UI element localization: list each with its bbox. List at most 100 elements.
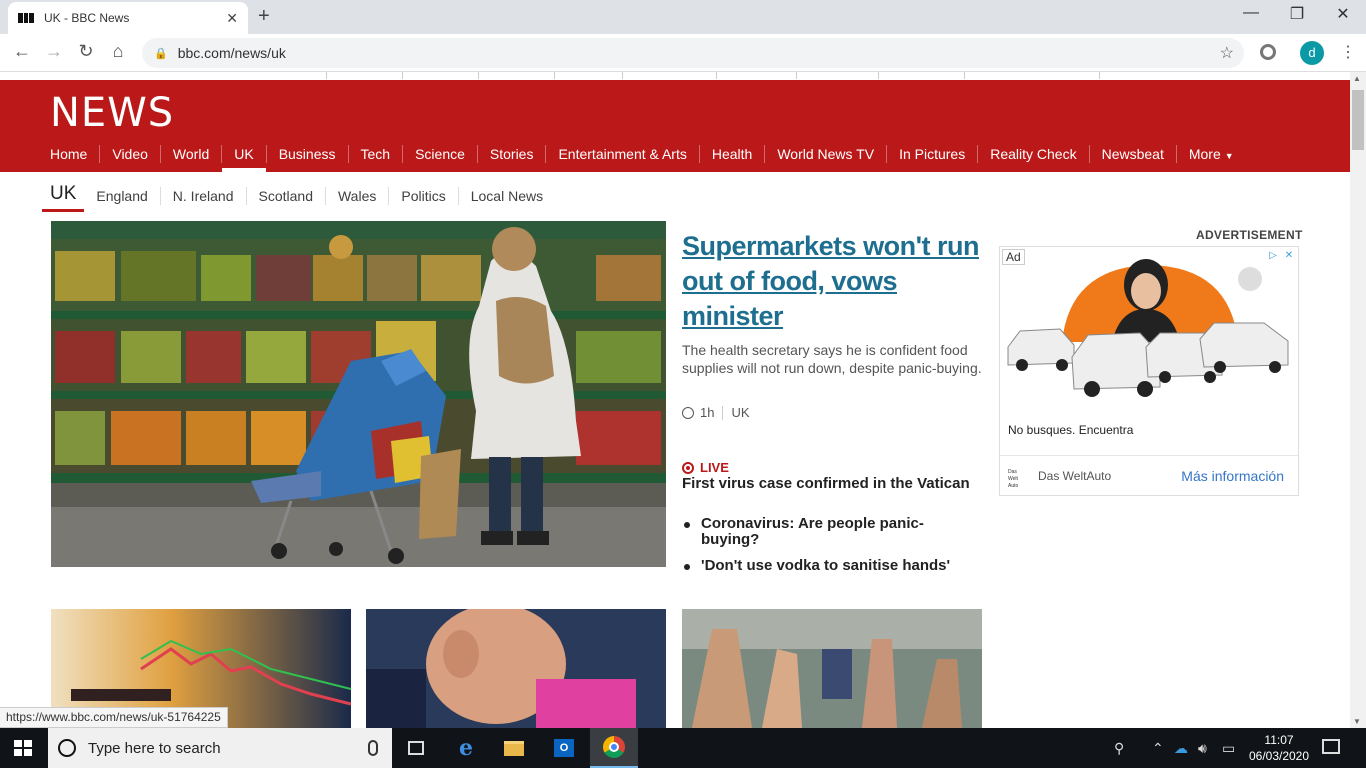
microphone-icon[interactable]: [368, 740, 378, 756]
bookmark-star-icon[interactable]: ☆: [1220, 43, 1234, 63]
nav-item-home[interactable]: Home: [38, 145, 99, 163]
meta-divider: [722, 405, 724, 420]
volume-icon[interactable]: 🔊︎: [1198, 728, 1207, 768]
browser-menu-icon[interactable]: ⋮: [1340, 42, 1356, 62]
top-story-headline[interactable]: Supermarkets won't run out of food, vows…: [682, 229, 987, 334]
clock-icon: [682, 406, 694, 419]
address-bar[interactable]: 🔒 bbc.com/news/uk ☆: [142, 38, 1244, 68]
nav-item-health[interactable]: Health: [698, 145, 764, 163]
clock-date: 06/03/2020: [1248, 749, 1310, 763]
home-button[interactable]: ⌂: [106, 41, 130, 62]
nav-item-world-news-tv[interactable]: World News TV: [764, 145, 886, 163]
advertisement-label: ADVERTISEMENT: [1196, 228, 1303, 242]
subnav-item-politics[interactable]: Politics: [388, 187, 457, 205]
subnav-item-wales[interactable]: Wales: [324, 187, 388, 205]
ad-choices[interactable]: ▷ ✕: [1266, 249, 1296, 263]
windows-start-icon[interactable]: [14, 740, 32, 756]
reload-button[interactable]: ↻: [74, 41, 98, 62]
cortana-icon: [58, 739, 76, 757]
story-image-classroom[interactable]: [682, 609, 982, 728]
close-window-button[interactable]: ✕: [1320, 4, 1366, 24]
live-related-link[interactable]: 'Don't use vodka to sanitise hands': [682, 558, 982, 574]
profile-avatar[interactable]: d: [1300, 41, 1324, 65]
subnav-item-n-ireland[interactable]: N. Ireland: [159, 187, 246, 205]
ad-banner[interactable]: Ad ▷ ✕ No busques. Encuentra Das Welt Au…: [999, 246, 1299, 496]
story-tag[interactable]: UK: [731, 405, 749, 420]
task-view-button[interactable]: [392, 728, 440, 768]
taskbar-search[interactable]: Type here to search: [48, 728, 392, 768]
live-story-title[interactable]: First virus case confirmed in the Vatica…: [682, 475, 982, 492]
chrome-button[interactable]: [590, 728, 638, 768]
url-text: bbc.com/news/uk: [177, 45, 286, 61]
file-explorer-button[interactable]: [490, 728, 538, 768]
nav-item-stories[interactable]: Stories: [476, 145, 546, 163]
nav-item-science[interactable]: Science: [402, 145, 477, 163]
battery-icon[interactable]: ▭: [1222, 728, 1235, 768]
chrome-icon: [603, 736, 625, 758]
restore-button[interactable]: ❐: [1274, 4, 1320, 24]
lock-icon: 🔒: [154, 47, 168, 60]
ad-text: No busques. Encuentra: [1008, 423, 1134, 437]
search-placeholder: Type here to search: [88, 739, 221, 757]
ad-close-icon[interactable]: ✕: [1282, 249, 1296, 263]
main-nav: Home Video World UK Business Tech Science Stori…: [38, 142, 1246, 172]
bbc-favicon-icon: [18, 13, 35, 23]
bbc-news-header: NEWS Home Video World UK Business Tech Science…: [0, 80, 1350, 172]
live-badge: LIVE: [682, 460, 729, 475]
top-story-meta: 1h UK: [682, 405, 750, 420]
people-icon[interactable]: ⚲: [1114, 728, 1124, 768]
browser-tab-bar: UK - BBC News ✕ + — ❐ ✕: [0, 0, 1366, 34]
tab-title: UK - BBC News: [44, 11, 130, 25]
outlook-button[interactable]: O: [540, 728, 588, 768]
nav-item-tech[interactable]: Tech: [347, 145, 403, 163]
nav-item-more[interactable]: More ▼: [1175, 145, 1246, 163]
task-view-icon: [408, 741, 424, 755]
browser-toolbar: ← → ↻ ⌂ 🔒 bbc.com/news/uk ☆ d ⋮: [0, 34, 1366, 72]
edge-button[interactable]: e: [442, 728, 490, 768]
nav-item-business[interactable]: Business: [265, 145, 348, 163]
nav-item-reality-check[interactable]: Reality Check: [977, 145, 1088, 163]
story-image-child[interactable]: [366, 609, 666, 728]
extension-icon[interactable]: [1260, 44, 1276, 60]
nav-item-newsbeat[interactable]: Newsbeat: [1088, 145, 1176, 163]
new-tab-button[interactable]: +: [258, 5, 270, 28]
status-bar-url: https://www.bbc.com/news/uk-51764225: [0, 707, 228, 728]
back-button[interactable]: ←: [10, 41, 34, 62]
ad-brand: Das WeltAuto: [1038, 468, 1112, 483]
subnav-item-local-news[interactable]: Local News: [457, 187, 555, 205]
subnav-item-scotland[interactable]: Scotland: [245, 187, 325, 205]
hero-image[interactable]: [51, 221, 666, 567]
nav-item-in-pictures[interactable]: In Pictures: [886, 145, 977, 163]
nav-item-world[interactable]: World: [159, 145, 221, 163]
notifications-icon[interactable]: [1322, 739, 1340, 754]
das-weltauto-logo: Das Welt Auto: [1008, 468, 1019, 489]
live-icon: [682, 461, 694, 474]
live-label: LIVE: [700, 460, 729, 475]
taskbar-clock[interactable]: 11:07 06/03/2020: [1248, 732, 1310, 764]
onedrive-icon[interactable]: ☁: [1174, 728, 1188, 768]
edge-icon: e: [459, 735, 473, 761]
minimize-button[interactable]: —: [1228, 4, 1274, 22]
scroll-down-icon[interactable]: ▼: [1353, 717, 1361, 726]
nav-item-entertainment-arts[interactable]: Entertainment & Arts: [545, 145, 698, 163]
live-related-link[interactable]: Coronavirus: Are people panic-buying?: [682, 516, 982, 548]
subnav-item-england[interactable]: England: [84, 187, 159, 205]
close-tab-icon[interactable]: ✕: [226, 10, 238, 27]
news-logo[interactable]: NEWS: [50, 90, 174, 136]
page-scrollbar[interactable]: ▲ ▼: [1350, 72, 1366, 728]
nav-item-uk[interactable]: UK: [221, 145, 267, 172]
ad-more-info-link[interactable]: Más información: [1181, 468, 1284, 484]
nav-item-video[interactable]: Video: [99, 145, 160, 163]
ad-footer: Das Welt Auto Das WeltAuto Más informaci…: [1000, 455, 1298, 495]
scroll-up-icon[interactable]: ▲: [1353, 74, 1361, 83]
forward-button[interactable]: →: [42, 41, 66, 62]
story-time: 1h: [700, 405, 715, 420]
subnav-section-title[interactable]: UK: [42, 182, 85, 212]
scroll-thumb[interactable]: [1352, 90, 1364, 150]
tray-chevron-icon[interactable]: ⌃: [1152, 728, 1164, 768]
ad-choices-icon[interactable]: ▷: [1266, 249, 1280, 263]
live-related-list: Coronavirus: Are people panic-buying? 'Do…: [682, 516, 982, 584]
browser-tab[interactable]: UK - BBC News ✕: [8, 2, 248, 34]
top-story-summary: The health secretary says he is confiden…: [682, 342, 982, 376]
sub-nav: UK England N. Ireland Scotland Wales Politic…: [42, 180, 555, 212]
